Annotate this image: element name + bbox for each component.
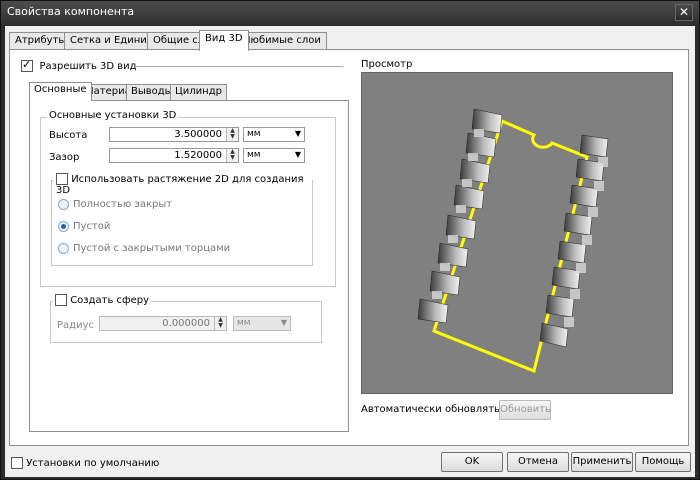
help-button[interactable]: Помощь bbox=[635, 452, 691, 472]
defaults-checkbox[interactable] bbox=[11, 457, 23, 469]
ok-button[interactable]: OK bbox=[441, 452, 503, 472]
height-value: 3.500000 bbox=[174, 129, 222, 140]
cancel-button[interactable]: Отмена bbox=[507, 452, 569, 472]
option-empty-row[interactable]: Пустой bbox=[58, 219, 110, 232]
extrude-title-row[interactable]: Использовать растяжение 2D для создания … bbox=[54, 173, 312, 196]
spin-arrows-icon[interactable]: ▲ ▼ bbox=[214, 317, 226, 330]
enable-3d-row[interactable]: Разрешить 3D вид bbox=[21, 58, 137, 72]
subtab-basic[interactable]: Основные bbox=[29, 82, 92, 101]
tab-3d-view[interactable]: Вид 3D bbox=[199, 30, 249, 51]
dialog-body: Атрибуты Сетка и Единицы Общие слои Вид … bbox=[5, 26, 695, 477]
3d-preview-viewport[interactable] bbox=[361, 72, 673, 394]
defaults-row[interactable]: Установки по умолчанию bbox=[11, 457, 159, 469]
option-closed-radio[interactable] bbox=[58, 198, 69, 210]
chevron-down-icon: ▼ bbox=[294, 129, 301, 138]
gap-unit-select[interactable]: мм ▼ bbox=[243, 148, 305, 163]
radius-value: 0.000000 bbox=[162, 318, 210, 329]
chevron-down-icon: ▼ bbox=[294, 150, 301, 159]
sphere-title-row[interactable]: Создать сферу bbox=[53, 294, 152, 306]
left-pins bbox=[417, 108, 503, 324]
sphere-checkbox[interactable] bbox=[55, 294, 67, 306]
gap-unit: мм bbox=[247, 150, 261, 160]
gap-value: 1.520000 bbox=[174, 150, 222, 161]
option-capped-label: Пустой с закрытыми торцами bbox=[73, 243, 231, 254]
height-label: Высота bbox=[49, 130, 88, 141]
option-capped-row[interactable]: Пустой с закрытыми торцами bbox=[58, 241, 230, 254]
height-input[interactable]: 3.500000 ▲ ▼ bbox=[109, 127, 239, 142]
extrude-checkbox[interactable] bbox=[56, 173, 68, 185]
option-closed-row[interactable]: Полностью закрыт bbox=[58, 197, 172, 210]
option-closed-label: Полностью закрыт bbox=[73, 199, 173, 210]
close-button[interactable]: ✕ bbox=[675, 4, 693, 21]
sphere-group: Создать сферу Радиус 0.000000 ▲ ▼ мм ▼ bbox=[50, 294, 322, 343]
subtab-cylinder[interactable]: Цилиндр bbox=[170, 84, 227, 100]
radius-input[interactable]: 0.000000 ▲ ▼ bbox=[99, 316, 227, 331]
basic-settings-title: Основные установки 3D bbox=[47, 110, 179, 121]
sphere-label: Создать сферу bbox=[70, 295, 150, 306]
extrude-label: Использовать растяжение 2D для создания … bbox=[56, 174, 304, 196]
preview-label: Просмотр bbox=[361, 59, 413, 70]
tab-attributes[interactable]: Атрибуты bbox=[9, 32, 73, 50]
auto-update-label: Автоматически обновлять bbox=[361, 404, 500, 415]
close-icon: ✕ bbox=[678, 5, 690, 19]
gap-input[interactable]: 1.520000 ▲ ▼ bbox=[109, 148, 239, 163]
radius-unit-select[interactable]: мм ▼ bbox=[233, 316, 291, 331]
enable-3d-label: Разрешить 3D вид bbox=[39, 61, 137, 72]
3d-component-render bbox=[417, 108, 609, 374]
subtab-page-basic: Основные установки 3D Высота 3.500000 ▲ ▼… bbox=[29, 100, 349, 432]
option-empty-radio[interactable] bbox=[58, 220, 69, 232]
separator bbox=[135, 66, 343, 67]
tab-favorite-layers[interactable]: Любимые слои bbox=[237, 32, 327, 50]
right-pins bbox=[539, 134, 609, 348]
gap-label: Зазор bbox=[49, 152, 80, 163]
apply-button[interactable]: Применить bbox=[571, 452, 633, 472]
extrude-group: Использовать растяжение 2D для создания … bbox=[51, 173, 313, 266]
option-empty-label: Пустой bbox=[73, 221, 111, 232]
component-properties-window: Свойства компонента ✕ Атрибуты Сетка и Е… bbox=[0, 0, 700, 480]
radius-label: Радиус bbox=[57, 320, 94, 331]
chevron-down-icon: ▼ bbox=[280, 318, 287, 327]
option-capped-radio[interactable] bbox=[58, 242, 69, 254]
refresh-button[interactable]: Обновить bbox=[499, 400, 551, 420]
auto-update-row: Автоматически обновлять bbox=[361, 401, 522, 415]
height-unit: мм bbox=[247, 129, 261, 139]
radius-unit: мм bbox=[237, 318, 251, 328]
basic-settings-group: Основные установки 3D Высота 3.500000 ▲ ▼… bbox=[40, 110, 336, 287]
window-title: Свойства компонента bbox=[7, 5, 135, 18]
title-bar: Свойства компонента ✕ bbox=[1, 1, 699, 25]
spin-arrows-icon[interactable]: ▲ ▼ bbox=[226, 128, 238, 141]
defaults-label: Установки по умолчанию bbox=[26, 458, 160, 469]
height-unit-select[interactable]: мм ▼ bbox=[243, 127, 305, 142]
enable-3d-checkbox[interactable] bbox=[21, 58, 33, 72]
spin-arrows-icon[interactable]: ▲ ▼ bbox=[226, 149, 238, 162]
